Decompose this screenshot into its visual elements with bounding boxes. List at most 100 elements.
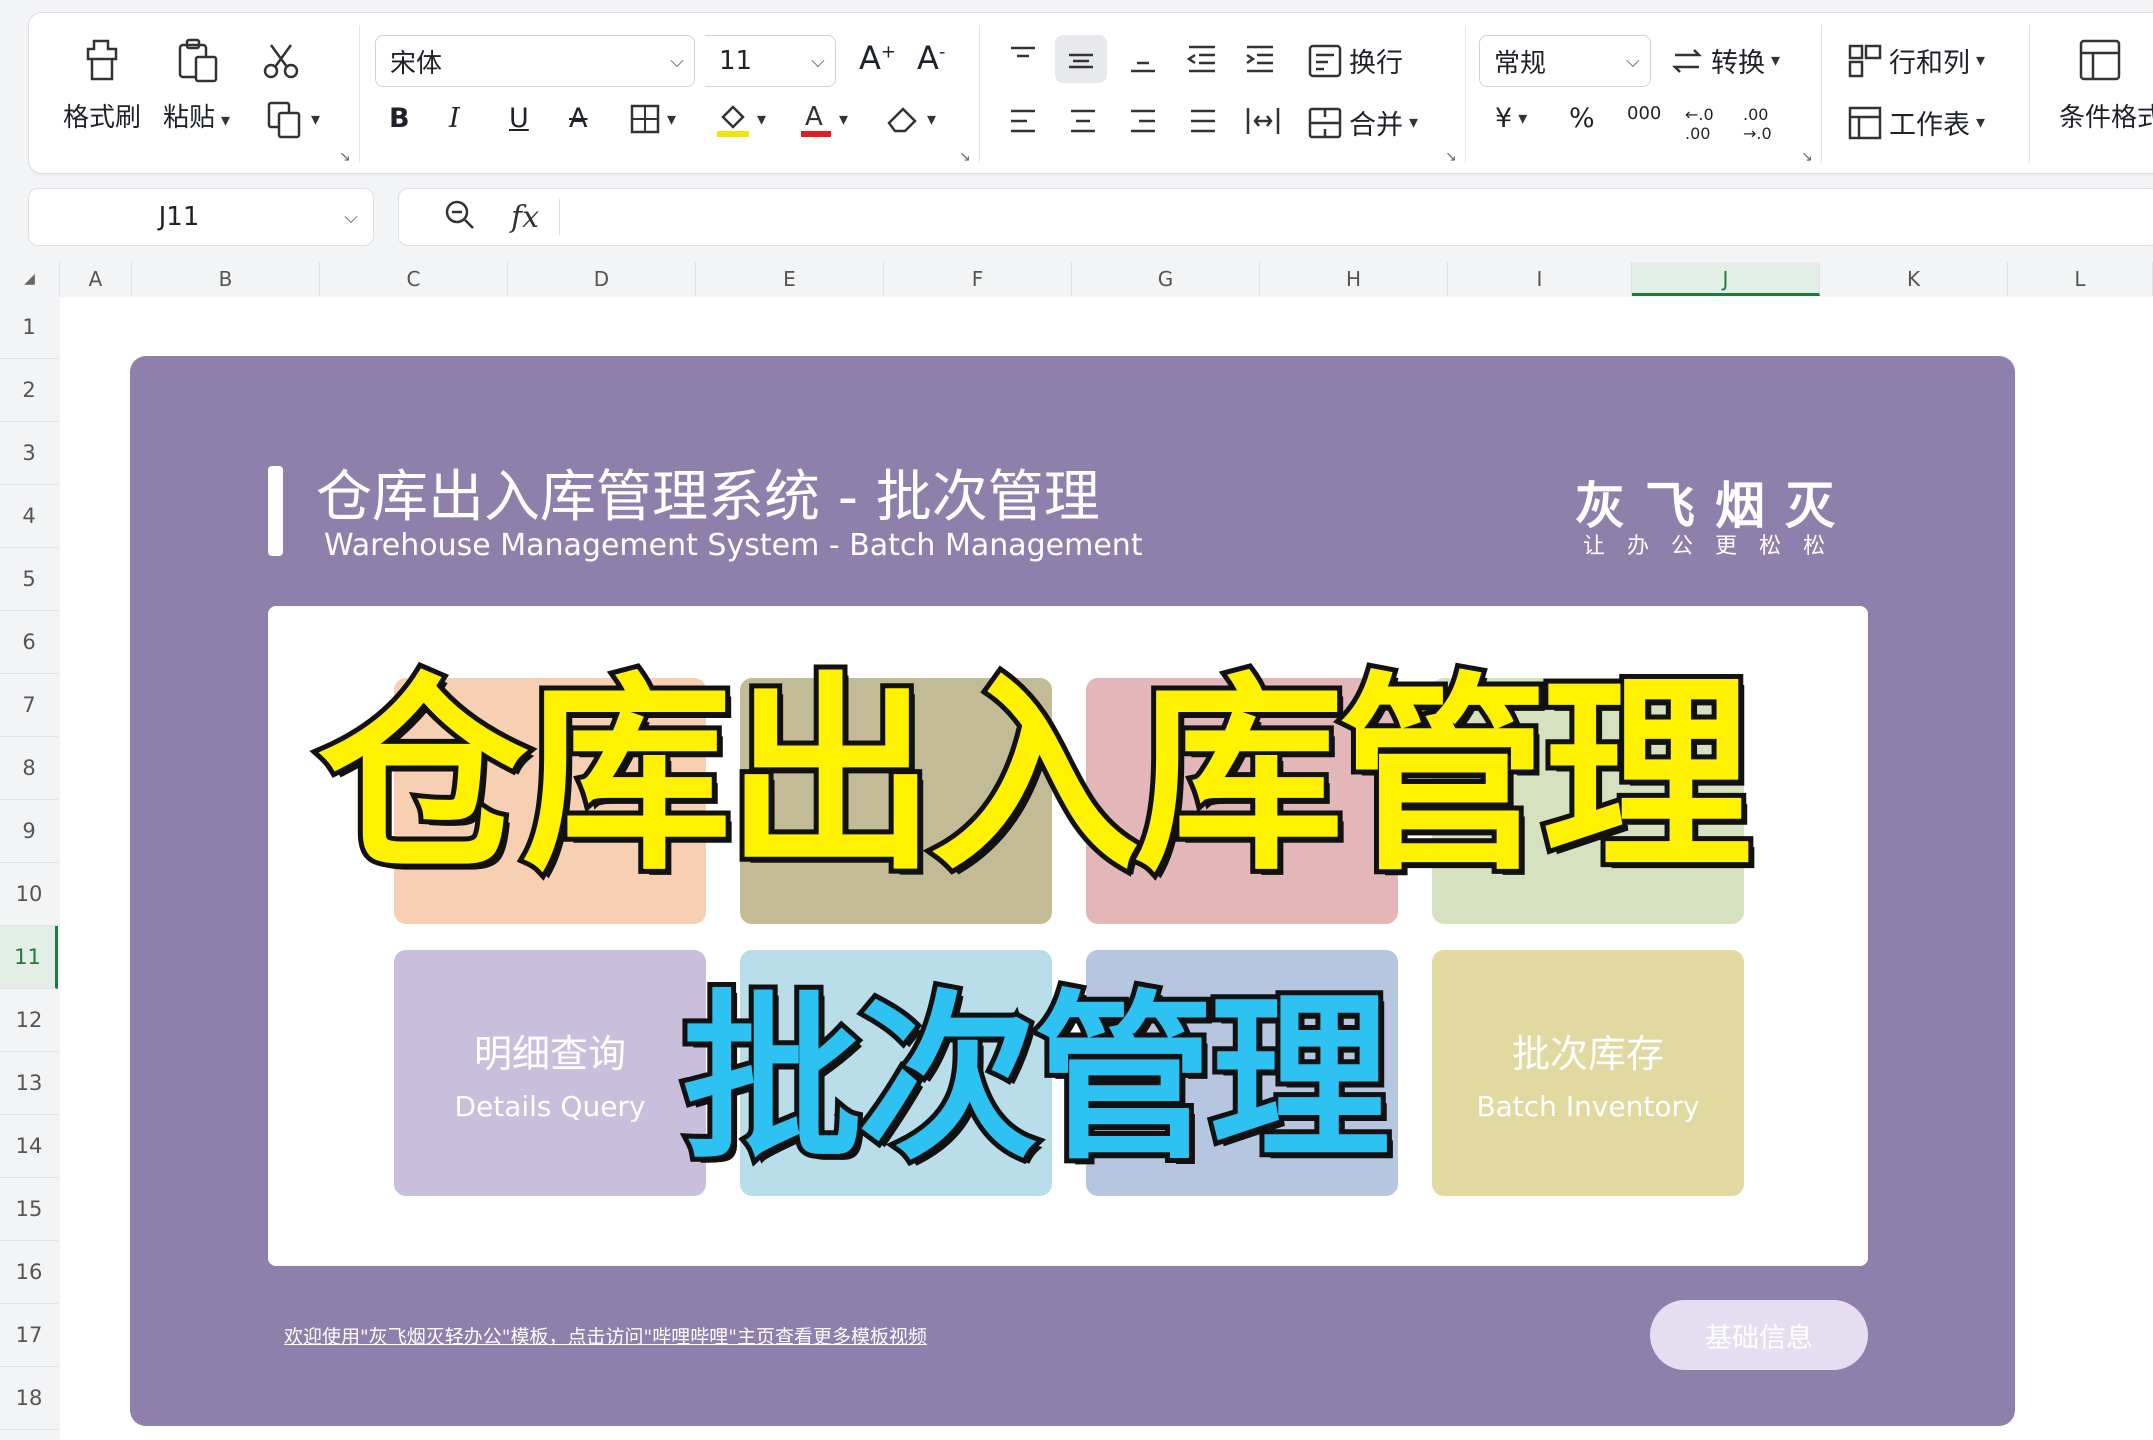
cut-button[interactable] [261,41,301,81]
bold-button[interactable]: B [389,103,410,134]
column-header[interactable]: E [696,262,884,296]
column-header[interactable]: L [2008,262,2153,296]
increase-decimal-button[interactable]: ←.0.00 [1685,105,1714,143]
copy-button[interactable]: ▾ [265,99,320,139]
row-header[interactable]: 6 [0,611,58,674]
convert-icon [1671,48,1703,73]
align-right-button[interactable] [1127,105,1159,137]
align-middle-button[interactable] [1055,35,1107,83]
alignment-launcher-icon[interactable]: ↘ [1445,149,1457,165]
indent-icon [1246,45,1273,73]
number-format-select[interactable]: 常规 ⌵ [1479,35,1651,87]
row-header[interactable]: 3 [0,422,58,485]
row-header[interactable]: 12 [0,989,58,1052]
chevron-down-icon: ▾ [667,108,677,130]
column-header[interactable]: K [1820,262,2008,296]
border-button[interactable]: ▾ [629,103,676,135]
underline-button[interactable]: U [509,103,529,134]
column-header[interactable]: G [1072,262,1260,296]
justify-icon [1191,109,1215,133]
row-header[interactable]: 8 [0,737,58,800]
number-launcher-icon[interactable]: ↘ [1801,149,1813,165]
currency-icon: ¥ [1495,103,1513,134]
chevron-down-icon: ▾ [1976,50,1986,71]
chevron-down-icon[interactable]: ⌵ [329,207,373,228]
column-header[interactable]: B [132,262,320,296]
select-all-corner[interactable]: ◢ [0,262,60,296]
increase-font-button[interactable]: A+ [859,39,896,77]
name-box[interactable]: J11 ⌵ [28,188,374,246]
group-divider [359,25,360,163]
row-header[interactable]: 9 [0,800,58,863]
batch-inventory-tile[interactable]: 批次库存 Batch Inventory [1432,950,1744,1196]
outdent-icon [1186,45,1215,73]
strikethrough-icon: A [569,103,588,134]
font-shrink-icon: A- [917,39,946,77]
chevron-down-icon: ⌵ [670,50,684,72]
paste-button[interactable]: 粘贴 ▾ [163,37,230,134]
row-header[interactable]: 17 [0,1304,58,1367]
align-middle-icon [1069,53,1093,69]
row-header-selected[interactable]: 11 [0,926,58,989]
details-query-tile[interactable]: 明细查询 Details Query [394,950,706,1196]
row-header[interactable]: 1 [0,296,58,359]
rows-columns-button[interactable]: 行和列 ▾ [1847,41,1985,80]
chevron-down-icon: ⌵ [1626,50,1640,72]
distribute-button[interactable] [1245,105,1281,137]
font-size-select[interactable]: 11 ⌵ [705,35,836,87]
row-header[interactable]: 10 [0,863,58,926]
increase-indent-button[interactable] [1243,43,1277,75]
insert-function-icon[interactable]: fx [511,200,539,235]
row-header[interactable]: 14 [0,1115,58,1178]
row-header[interactable]: 16 [0,1241,58,1304]
align-top-button[interactable] [1007,43,1039,75]
formula-bar[interactable]: fx [398,188,2153,246]
justify-button[interactable] [1187,105,1219,137]
wrap-text-button[interactable]: 换行 [1307,41,1403,80]
conditional-format-button[interactable]: 条件格式 [2059,37,2153,134]
percent-button[interactable]: % [1569,103,1595,134]
zoom-icon[interactable] [443,198,477,236]
clear-format-button[interactable]: ▾ [885,103,936,135]
row-header[interactable]: 13 [0,1052,58,1115]
row-header[interactable]: 2 [0,359,58,422]
convert-button[interactable]: 转换 ▾ [1669,41,1780,80]
clipboard-launcher-icon[interactable]: ↘ [339,149,351,165]
format-painter-button[interactable]: 格式刷 [63,37,141,134]
align-center-button[interactable] [1067,105,1099,137]
decrease-font-button[interactable]: A- [917,39,945,77]
decrease-indent-button[interactable] [1185,43,1219,75]
merge-button[interactable]: 合并 ▾ [1307,103,1418,142]
footer-link[interactable]: 欢迎使用"灰飞烟灭轻办公"模板，点击访问"哔哩哔哩"主页查看更多模板视频 [284,1322,927,1349]
row-header[interactable]: 4 [0,485,58,548]
row-header[interactable]: 5 [0,548,58,611]
worksheet-button[interactable]: 工作表 ▾ [1847,103,1985,142]
row-header[interactable]: 7 [0,674,58,737]
strikethrough-button[interactable]: A [569,103,587,134]
currency-button[interactable]: ¥ ▾ [1495,103,1527,134]
font-name-select[interactable]: 宋体 ⌵ [375,35,695,87]
align-bottom-button[interactable] [1127,43,1159,75]
column-header-selected[interactable]: J [1632,262,1820,296]
align-left-button[interactable] [1007,105,1039,137]
align-right-icon [1131,109,1155,133]
column-header[interactable]: H [1260,262,1448,296]
column-header[interactable]: C [320,262,508,296]
column-header[interactable]: I [1448,262,1632,296]
font-launcher-icon[interactable]: ↘ [959,149,971,165]
decrease-decimal-button[interactable]: .00 →.0 [1743,105,1772,143]
base-info-button[interactable]: 基础信息 [1650,1300,1868,1370]
ribbon: 格式刷 粘贴 ▾ ▾ ↘ 宋体 ⌵ 11 ⌵ A+ A- B I U A ▾ ▾ … [28,12,2153,174]
chevron-down-icon: ▾ [927,108,937,130]
column-header[interactable]: A [60,262,132,296]
thousands-separator-button[interactable]: 000 [1627,103,1661,124]
align-left-icon [1011,109,1035,133]
font-color-button[interactable]: A ▾ [799,99,848,139]
fill-color-button[interactable]: ▾ [715,99,766,139]
align-top-icon [1011,46,1035,58]
row-header[interactable]: 18 [0,1367,58,1430]
column-header[interactable]: F [884,262,1072,296]
italic-button[interactable]: I [449,103,460,134]
row-header[interactable]: 15 [0,1178,58,1241]
column-header[interactable]: D [508,262,696,296]
